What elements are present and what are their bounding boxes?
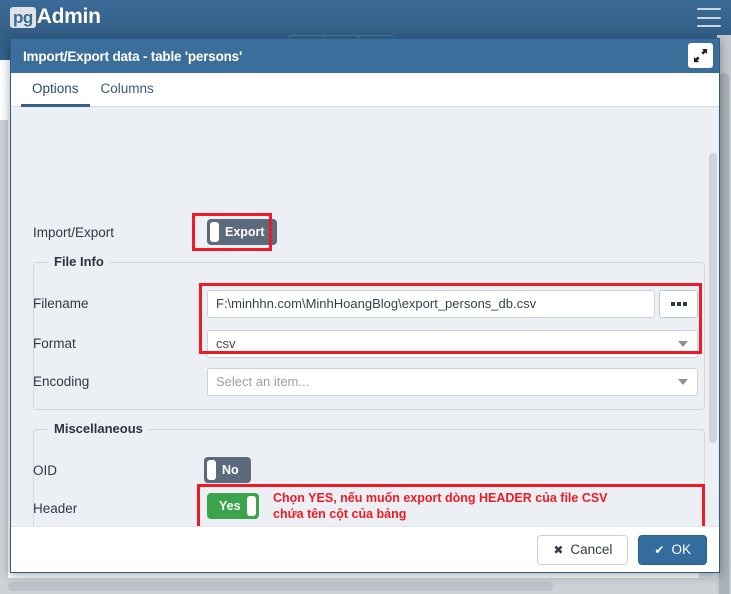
chevron-down-icon [678,379,688,385]
pgadmin-application: pg Admin S ❯ Rules Import/Export da [0,0,731,594]
toggle-knob [207,460,216,480]
filename-label: Filename [33,296,89,311]
row-oid: OID [11,457,171,485]
ellipsis-icon [670,302,687,306]
hamburger-line [697,16,721,19]
miscellaneous-legend: Miscellaneous [48,421,149,436]
expand-diagonal-icon[interactable] [688,43,713,68]
oid-toggle[interactable]: No [204,457,251,483]
app-header: pg Admin [0,0,731,35]
header-toggle-label: Yes [219,499,241,513]
cancel-button-label: Cancel [570,542,613,557]
format-label: Format [33,336,76,351]
cancel-button[interactable]: ✖ Cancel [537,534,629,565]
app-vertical-scrollbar-thumb[interactable] [719,73,729,594]
hamburger-line [697,25,721,27]
row-format: Format [11,330,171,358]
chevron-down-icon [678,341,688,347]
import-export-dialog: Import/Export data - table 'persons' Opt… [10,38,720,573]
logo-admin-text: Admin [36,5,101,28]
dialog-title: Import/Export data - table 'persons' [23,48,243,64]
toggle-knob [210,222,219,242]
horizontal-scrollbar[interactable] [0,578,731,594]
encoding-placeholder: Select an item... [216,374,310,389]
check-icon: ✔ [654,542,665,557]
toggle-knob [246,496,256,516]
oid-label: OID [33,463,58,478]
ok-button-label: OK [671,542,691,557]
browse-file-button[interactable] [659,290,698,318]
background-left-rail [0,120,8,594]
hamburger-line [697,8,721,10]
ok-button[interactable]: ✔ OK [638,534,707,565]
oid-toggle-label: No [222,463,239,477]
encoding-label: Encoding [33,374,90,389]
row-header: Header [11,495,171,523]
row-filename: Filename [11,290,171,318]
file-info-legend: File Info [48,254,110,269]
format-value: csv [216,336,236,351]
import-export-toggle-label: Export [225,225,265,239]
row-import-export: Import/Export [11,219,171,247]
horizontal-scrollbar-thumb[interactable] [8,582,553,591]
import-export-toggle[interactable]: Export [207,219,277,245]
dialog-vertical-scrollbar[interactable] [709,153,717,443]
dialog-tabbar: Options Columns [11,73,719,107]
dialog-titlebar: Import/Export data - table 'persons' [11,39,719,73]
format-select[interactable]: csv [207,330,698,358]
pgadmin-logo: pg Admin [10,3,101,31]
dialog-body: Import/Export Export File Info Filename … [11,107,719,526]
header-annotation-text: Chọn YES, nếu muốn export dòng HEADER củ… [273,491,608,521]
header-label: Header [33,501,78,516]
row-encoding: Encoding [11,368,171,396]
encoding-select[interactable]: Select an item... [207,368,698,396]
logo-pg-mark: pg [10,6,36,28]
close-icon: ✖ [553,542,564,557]
header-toggle[interactable]: Yes [207,493,259,519]
filename-input[interactable]: F:\minhhn.com\MinhHoangBlog\export_perso… [207,290,655,318]
tab-columns[interactable]: Columns [90,73,165,107]
tab-options[interactable]: Options [21,73,90,107]
hamburger-menu-icon[interactable] [697,8,721,27]
dialog-footer: ✖ Cancel ✔ OK [11,526,719,572]
import-export-label: Import/Export [33,225,115,240]
